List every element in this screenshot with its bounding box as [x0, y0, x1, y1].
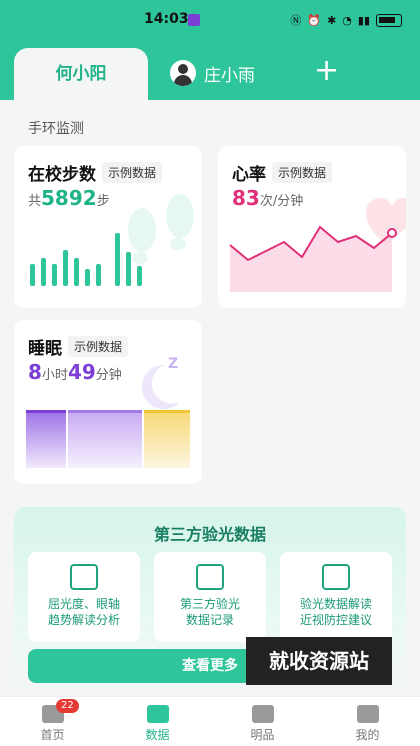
nav-products[interactable]: 明品 — [210, 697, 315, 746]
tab-child-2-label: 庄小雨 — [204, 65, 255, 86]
steps-bar — [52, 264, 57, 286]
battery-icon — [376, 13, 402, 27]
bluetooth-icon: ✱ — [327, 13, 337, 27]
trend-line1: 屈光度、眼轴 — [47, 597, 120, 611]
bottom-nav: 22 首页 数据 明品 我的 — [0, 696, 420, 746]
nav-data-label: 数据 — [145, 728, 170, 742]
chart-icon — [146, 705, 169, 723]
alarm-icon: ⏰ — [307, 13, 322, 27]
notification-icon — [188, 14, 200, 26]
steps-bar — [96, 264, 101, 286]
steps-bar — [41, 258, 46, 286]
nav-home-label: 首页 — [40, 728, 65, 742]
steps-bar — [85, 269, 90, 286]
steps-card[interactable]: 在校步数 示例数据 共5892步 — [14, 146, 202, 308]
steps-bar — [137, 266, 142, 286]
status-time: 14:03 — [144, 11, 189, 27]
nav-products-label: 明品 — [250, 728, 275, 742]
advice-line1: 验光数据解读 — [299, 597, 372, 611]
steps-bar — [126, 252, 131, 286]
tab-child-1[interactable]: 何小阳 — [14, 48, 148, 100]
signal-icon: ▮▮ — [357, 13, 370, 27]
user-icon — [356, 705, 379, 723]
record-icon — [196, 564, 224, 590]
section-title: 手环监测 — [28, 121, 84, 137]
nav-profile-label: 我的 — [355, 728, 380, 742]
record-card[interactable]: 第三方验光 数据记录 — [154, 552, 266, 642]
sleep-chart: Z — [26, 356, 190, 468]
nav-profile[interactable]: 我的 — [315, 697, 420, 746]
tab-child-2[interactable]: 庄小雨 — [170, 58, 255, 88]
home-badge: 22 — [56, 699, 79, 713]
trend-icon — [70, 564, 98, 590]
record-line1: 第三方验光 — [179, 597, 240, 611]
avatar-icon — [170, 60, 196, 86]
refraction-title: 第三方验光数据 — [153, 525, 266, 544]
steps-bar — [63, 250, 68, 286]
steps-bar — [30, 264, 35, 286]
steps-bar — [115, 233, 120, 286]
trend-analysis-card[interactable]: 屈光度、眼轴 趋势解读分析 — [28, 552, 140, 642]
advice-card[interactable]: 验光数据解读 近视防控建议 — [280, 552, 392, 642]
advice-line2: 近视防控建议 — [299, 613, 372, 627]
wifi-icon: ◔ — [342, 13, 352, 27]
heart-chart — [229, 198, 406, 292]
nav-home[interactable]: 22 首页 — [0, 697, 105, 746]
svg-text:Z: Z — [168, 356, 178, 372]
status-bar: 14:03 Ⓝ ⏰ ✱ ◔ ▮▮ — [0, 0, 420, 40]
steps-bar — [74, 258, 79, 286]
add-child-button[interactable]: + — [314, 56, 339, 86]
sleep-card[interactable]: 睡眠 示例数据 8小时49分钟 Z — [14, 320, 202, 484]
trend-line2: 趋势解读分析 — [47, 613, 120, 627]
bag-icon — [251, 705, 274, 723]
heart-rate-card[interactable]: 心率 示例数据 83次/分钟 — [218, 146, 406, 308]
nav-data[interactable]: 数据 — [105, 697, 210, 746]
nfc-icon: Ⓝ — [290, 14, 302, 27]
watermark: 就收资源站 — [246, 637, 392, 685]
record-line2: 数据记录 — [185, 613, 234, 627]
advice-icon — [322, 564, 350, 590]
status-icons: Ⓝ ⏰ ✱ ◔ ▮▮ — [290, 12, 402, 28]
